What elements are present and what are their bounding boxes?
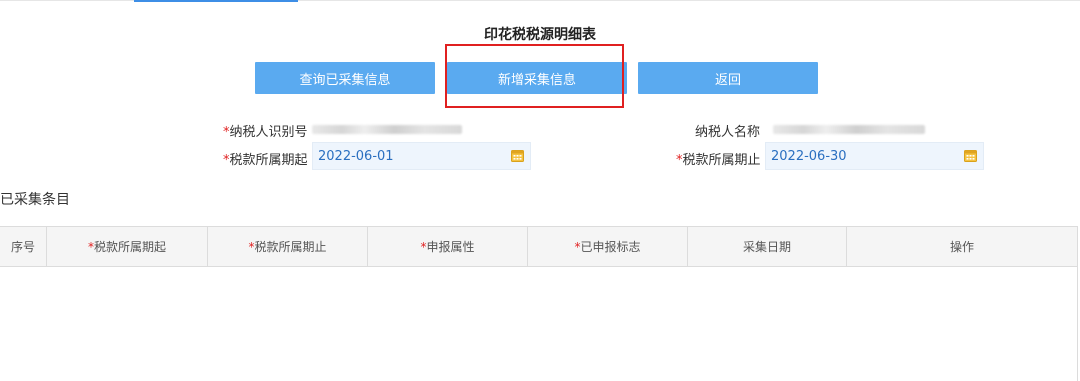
col-filed-flag-label: 已申报标志	[580, 240, 641, 254]
page-title: 印花税税源明细表	[484, 27, 596, 43]
col-filing-attribute: *申报属性	[367, 226, 528, 267]
taxpayer-name-label: 纳税人名称	[695, 125, 761, 140]
collected-items-title: 已采集条目	[0, 192, 70, 208]
period-end-label-text: 税款所属期止	[682, 153, 761, 168]
period-start-label-text: 税款所属期起	[229, 153, 308, 168]
active-tab-indicator	[134, 0, 298, 2]
calendar-icon[interactable]	[964, 149, 977, 162]
period-start-label: *税款所属期起	[223, 149, 308, 168]
col-index: 序号	[0, 226, 47, 267]
col-collection-date-label: 采集日期	[742, 240, 791, 254]
table-right-border	[1077, 266, 1078, 381]
calendar-icon[interactable]	[511, 149, 524, 162]
period-start-input[interactable]: 2022-06-01	[312, 142, 531, 170]
col-filed-flag: *已申报标志	[527, 226, 688, 267]
taxpayer-id-label-text: 纳税人识别号	[229, 125, 308, 140]
col-collection-date: 采集日期	[687, 226, 847, 267]
taxpayer-name-value-redacted	[773, 125, 925, 134]
period-end-input[interactable]: 2022-06-30	[765, 142, 984, 170]
taxpayer-id-value-redacted	[312, 125, 462, 134]
back-button[interactable]: 返回	[638, 62, 818, 94]
col-actions-label: 操作	[949, 240, 974, 254]
col-period-start-label: 税款所属期起	[93, 240, 166, 254]
query-collected-button[interactable]: 查询已采集信息	[255, 62, 435, 94]
highlight-annotation	[445, 44, 624, 108]
taxpayer-id-label: *纳税人识别号	[223, 121, 308, 140]
col-index-label: 序号	[10, 240, 35, 254]
col-period-end-label: 税款所属期止	[254, 240, 327, 254]
col-period-start: *税款所属期起	[46, 226, 208, 267]
collected-items-table: 序号 *税款所属期起 *税款所属期止 *申报属性 *已申报标志 采集日期 操作	[0, 226, 1078, 267]
col-filing-attribute-label: 申报属性	[426, 240, 475, 254]
period-end-label: *税款所属期止	[676, 149, 761, 168]
col-actions: 操作	[846, 226, 1078, 267]
period-end-value: 2022-06-30	[771, 148, 847, 164]
col-period-end: *税款所属期止	[207, 226, 368, 267]
period-start-value: 2022-06-01	[318, 148, 394, 164]
table-header-row: 序号 *税款所属期起 *税款所属期止 *申报属性 *已申报标志 采集日期 操作	[0, 226, 1078, 267]
